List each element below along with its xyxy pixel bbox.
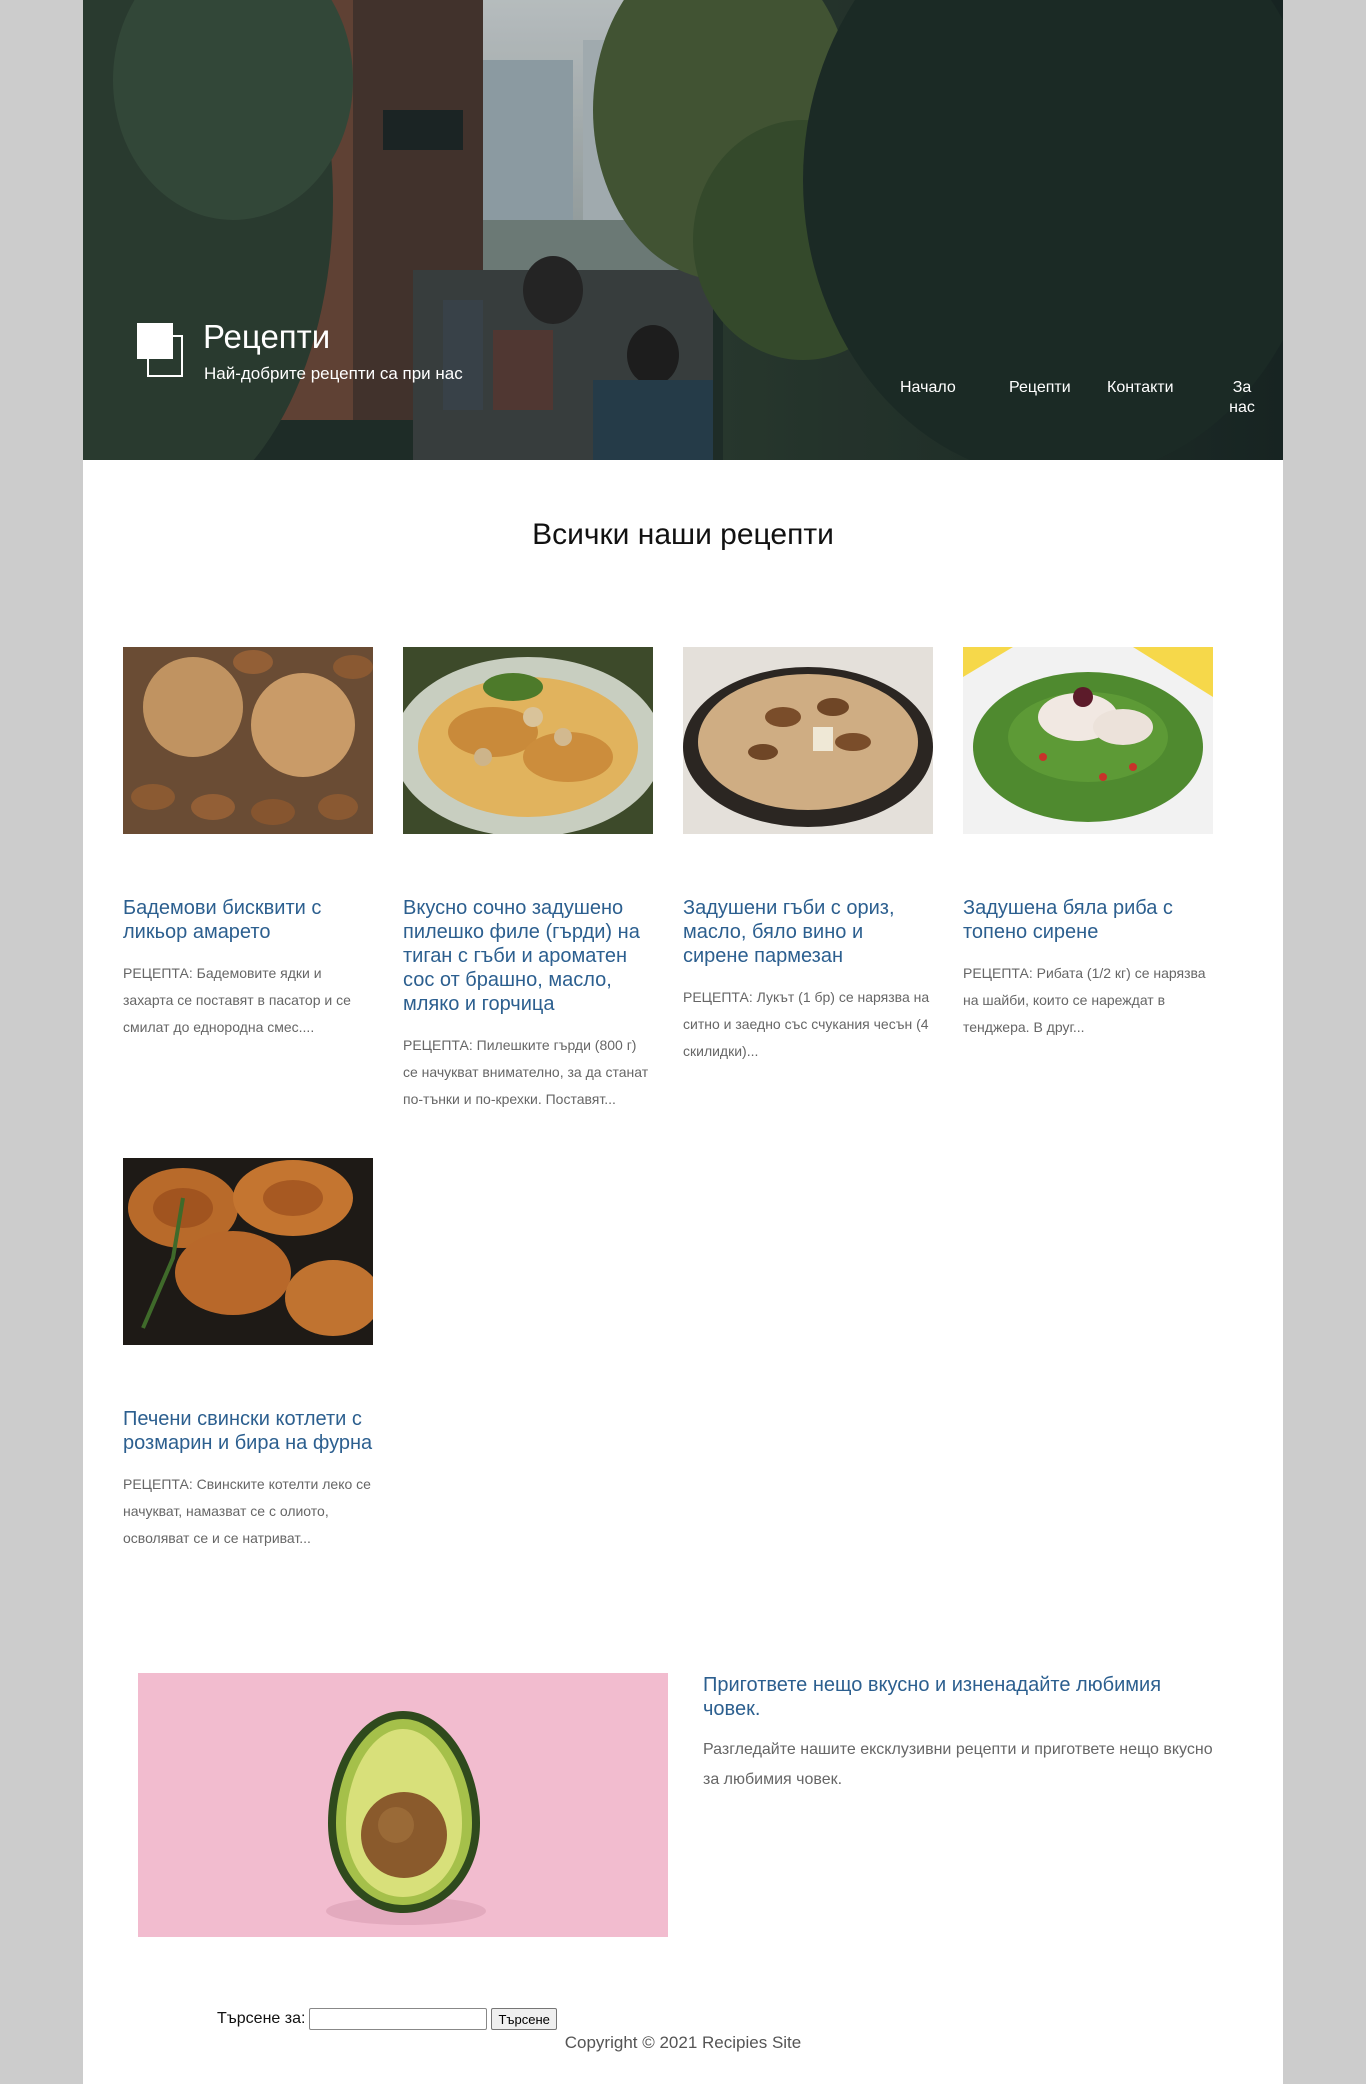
search-label: Търсене за: [217,2010,306,2027]
search-input[interactable] [309,2008,488,2030]
recipe-title[interactable]: Вкусно сочно задушено пилешко филе (гърд… [403,896,653,1016]
recipe-card: Вкусно сочно задушено пилешко филе (гърд… [403,647,653,1113]
promo-avocado-image [138,1673,668,1937]
recipe-image[interactable] [963,647,1213,834]
recipe-title[interactable]: Бадемови бисквити с ликьор амарето [123,896,373,944]
recipe-card: Бадемови бисквити с ликьор амарето РЕЦЕП… [123,647,373,1041]
search-button[interactable]: Търсене [491,2008,557,2030]
nav-item-recipes[interactable]: Рецепти [1009,378,1071,398]
promo-title[interactable]: Пригответе нещо вкусно и изненадайте люб… [703,1673,1203,1721]
nav-item-about[interactable]: За нас [1221,378,1263,418]
nav-item-home[interactable]: Начало [900,378,956,398]
recipe-excerpt: РЕЦЕПТА: Свинските котелти леко се начук… [123,1476,371,1546]
recipe-title[interactable]: Задушена бяла риба с топено сирене [963,896,1213,944]
site-tagline: Най-добрите рецепти са при нас [204,364,463,383]
recipe-image[interactable] [683,647,933,834]
hero-header: Рецепти Най-добрите рецепти са при нас Н… [83,0,1283,460]
site-logo[interactable] [137,323,183,379]
page-container: Рецепти Най-добрите рецепти са при нас Н… [83,0,1283,2084]
recipe-excerpt: РЕЦЕПТА: Пилешките гърди (800 г) се начу… [403,1037,649,1107]
nav-item-contacts[interactable]: Контакти [1107,378,1174,398]
recipe-title[interactable]: Задушени гъби с ориз, масло, бяло вино и… [683,896,933,968]
recipe-excerpt: РЕЦЕПТА: Рибата (1/2 кг) се нарязва на ш… [963,965,1206,1035]
recipe-image[interactable] [123,647,373,834]
recipe-image[interactable] [123,1158,373,1345]
search-form: Търсене за: Търсене [217,2007,557,2031]
logo-square-outline [147,335,183,377]
recipe-card: Задушени гъби с ориз, масло, бяло вино и… [683,647,933,1065]
recipe-excerpt: РЕЦЕПТА: Бадемовите ядки и захарта се по… [123,965,351,1035]
recipe-card: Задушена бяла риба с топено сирене РЕЦЕП… [963,647,1213,1041]
section-title: Всички наши рецепти [532,518,834,551]
main-nav: Начало Рецепти Контакти За нас [863,378,1283,438]
promo-text: Разгледайте нашите ексклузивни рецепти и… [703,1741,1213,1788]
recipe-card: Печени свински котлети с розмарин и бира… [123,1158,373,1552]
recipe-image[interactable] [403,647,653,834]
site-title[interactable]: Рецепти [203,318,330,356]
copyright-text: Copyright © 2021 Recipies Site [564,2033,802,2052]
recipe-excerpt: РЕЦЕПТА: Лукът (1 бр) се нарязва на ситн… [683,989,930,1059]
recipe-title[interactable]: Печени свински котлети с розмарин и бира… [123,1407,373,1455]
